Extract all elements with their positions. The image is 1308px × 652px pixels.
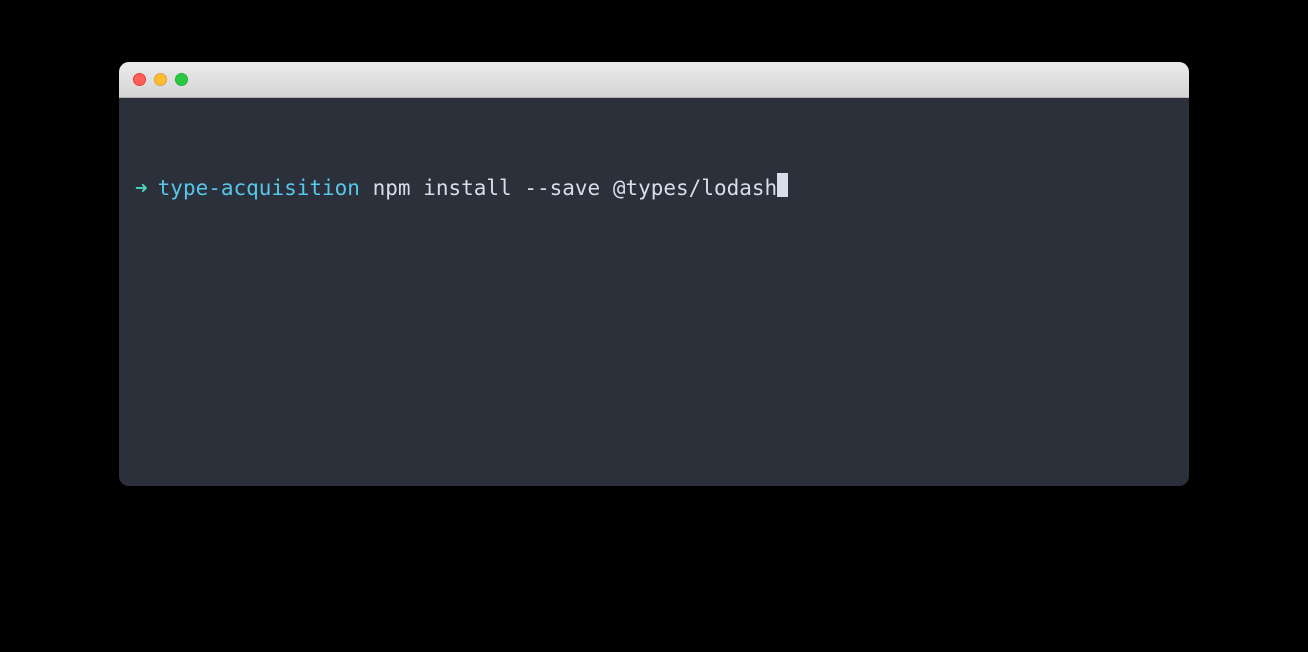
window-titlebar [119,62,1189,98]
terminal-body[interactable]: ➜ type-acquisition npm install --save @t… [119,98,1189,486]
terminal-window: ➜ type-acquisition npm install --save @t… [119,62,1189,486]
minimize-button[interactable] [154,73,167,86]
prompt-line: ➜ type-acquisition npm install --save @t… [135,171,1173,203]
command-text: npm install --save @types/lodash [360,174,777,203]
cursor-block [777,173,788,197]
zoom-button[interactable] [175,73,188,86]
command-input: npm install --save @types/lodash [373,176,778,200]
prompt-cwd: type-acquisition [158,174,360,203]
prompt-arrow-icon: ➜ [135,174,148,203]
close-button[interactable] [133,73,146,86]
